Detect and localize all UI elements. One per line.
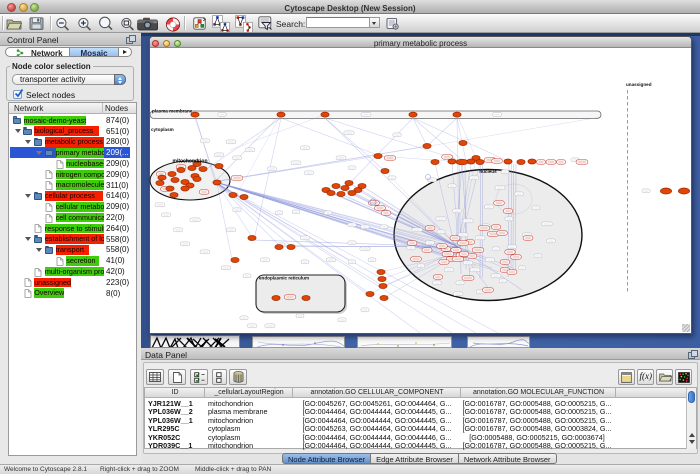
svg-text:cytoplasm: cytoplasm bbox=[151, 127, 174, 132]
svg-text:nucleus: nucleus bbox=[479, 169, 497, 174]
svg-text:mitochondrion: mitochondrion bbox=[173, 159, 208, 165]
svg-text:endoplasmic reticulum: endoplasmic reticulum bbox=[259, 276, 309, 281]
svg-text:unassigned: unassigned bbox=[626, 82, 652, 87]
svg-text:plasma membrane: plasma membrane bbox=[152, 109, 193, 114]
